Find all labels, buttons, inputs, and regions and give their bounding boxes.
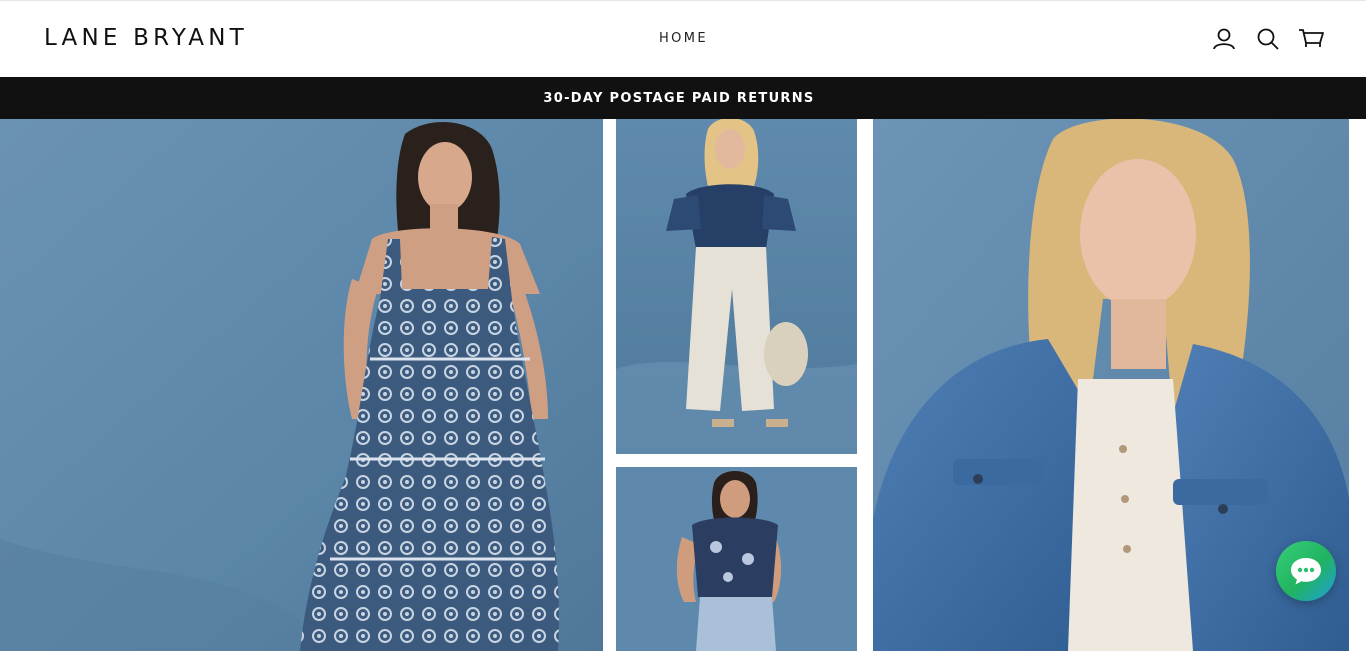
hero-right-gutter: [1349, 119, 1366, 651]
announcement-bar: 30-DAY POSTAGE PAID RETURNS: [0, 77, 1366, 119]
brand-logo[interactable]: LANE BRYANT: [44, 25, 248, 51]
hero-banner[interactable]: [0, 119, 1366, 651]
chat-bubble-icon: [1291, 558, 1321, 585]
site-header: LANE BRYANT HOME: [0, 0, 1366, 77]
announcement-text: 30-DAY POSTAGE PAID RETURNS: [543, 90, 815, 106]
hero-image-sundress[interactable]: [0, 119, 603, 651]
search-icon[interactable]: [1255, 27, 1281, 51]
account-icon[interactable]: [1211, 27, 1237, 51]
hero-image-blouse[interactable]: [616, 119, 857, 454]
nav-home-link[interactable]: HOME: [659, 31, 708, 46]
cart-icon[interactable]: [1297, 27, 1325, 51]
chat-button[interactable]: [1276, 541, 1336, 601]
hero-image-floral-top[interactable]: [616, 467, 857, 651]
